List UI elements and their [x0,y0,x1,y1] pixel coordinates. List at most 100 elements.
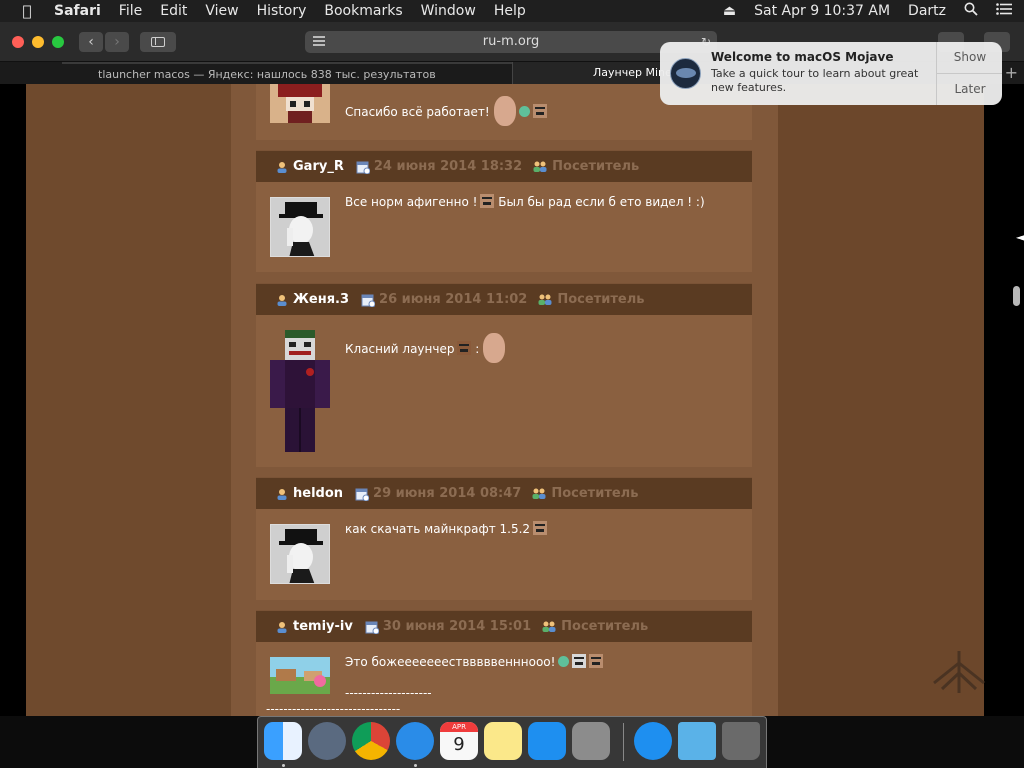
screen:  Safari File Edit View History Bookmark… [0,0,1024,768]
comment-user-group: Посетитель [552,159,640,174]
calendar-icon [355,488,370,501]
comment-text: Это божееееееествввввенннооо! [345,654,604,669]
comment-body: Все норм афигенно ! Был бы рад если б ет… [256,182,752,272]
comment-avatar [270,197,330,257]
creeper-smile-emoticon [533,521,548,535]
users-group-icon [542,621,556,632]
comment-text: Класний лаунчер : [345,333,506,363]
comment-date: 24 июня 2014 18:32 [373,159,523,174]
menu-window[interactable]: Window [421,3,476,19]
address-bar[interactable]: ru-m.org ↻ [305,31,717,53]
user-icon [277,161,287,173]
notification-actions: Show Later [936,42,1002,105]
back-button[interactable]: ‹ [79,32,103,52]
emerald-emoticon [518,106,530,117]
system-preferences-icon[interactable] [572,722,610,760]
launchpad-icon[interactable] [308,722,346,760]
face-emoticon [493,96,516,126]
menu-help[interactable]: Help [494,3,526,19]
comment-text-line: -------------------- [345,686,432,700]
zoom-window-button[interactable] [52,36,64,48]
notification-body: Take a quick tour to learn about great n… [711,67,919,94]
dock-separator [623,723,624,761]
mojave-notification[interactable]: Welcome to macOS Mojave Take a quick tou… [660,42,1002,105]
menubar-clock[interactable]: Sat Apr 9 10:37 AM [754,3,890,19]
notification-center-icon[interactable] [996,3,1012,19]
comment-header: Женя.3 26 июня 2014 11:02 Посетитель [256,283,752,315]
comment-user-group: Посетитель [557,292,645,307]
comment-author[interactable]: Женя.3 [293,292,349,307]
comment-avatar [270,657,330,694]
comment-text: Все норм афигенно ! Был бы рад если б ет… [345,194,705,209]
calendar-month: APR [440,722,478,732]
users-group-icon [533,161,547,172]
safari-icon[interactable] [396,722,434,760]
creeper-smile-emoticon [532,104,547,118]
sidebar-icon [151,37,165,47]
minimize-window-button[interactable] [32,36,44,48]
trash-icon[interactable] [722,722,760,760]
comment-header: temiy-iv 30 июня 2014 15:01 Посетитель [256,610,752,642]
comment-avatar [270,84,330,123]
comment-user-group: Посетитель [551,486,639,501]
finder-icon[interactable] [264,722,302,760]
comment-author[interactable]: Gary_R [293,159,344,174]
calendar-icon [365,621,379,634]
comment-date: 30 июня 2014 15:01 [382,619,532,634]
user-icon [277,621,287,633]
page-scrollbar[interactable] [1013,286,1020,306]
calendar-day: 9 [453,734,465,755]
notification-later-button[interactable]: Later [937,73,1002,104]
eject-icon[interactable]: ⏏ [723,3,736,19]
notification-title: Welcome to macOS Mojave [711,50,894,64]
menu-view[interactable]: View [205,3,238,19]
comment-author[interactable]: temiy-iv [293,619,353,634]
show-sidebar-button[interactable] [140,32,176,52]
comment-text: Спасибо всё работает! [345,96,547,126]
emerald-emoticon [558,656,570,667]
spotlight-search-icon[interactable] [964,2,978,20]
finder-running-indicator [282,764,285,767]
menu-app-safari[interactable]: Safari [54,3,101,19]
mouse-cursor-icon: ◄ [1016,230,1024,244]
calendar-app-icon[interactable]: APR 9 [440,722,478,760]
menubar-user[interactable]: Dartz [908,3,946,19]
notes-icon[interactable] [484,722,522,760]
close-window-button[interactable] [12,36,24,48]
menu-history[interactable]: History [257,3,307,19]
face-emoticon [483,333,506,363]
comment-date: 26 июня 2014 11:02 [379,292,528,307]
creeper-smile-emoticon [589,654,604,668]
steve-emoticon [457,341,472,355]
comment-avatar [270,330,330,452]
forward-button[interactable]: › [105,32,129,52]
comment-body: Класний лаунчер : [256,315,752,467]
reader-view-icon[interactable] [313,36,325,46]
new-tab-icon[interactable]: + [1005,62,1018,84]
downloads-folder-icon[interactable] [678,722,716,760]
notification-show-button[interactable]: Show [937,42,1002,73]
apple-menu-icon[interactable]:  [18,2,36,20]
dock: APR 9 [257,716,767,768]
app-store-download-icon[interactable] [634,722,672,760]
decorative-rope-icon [933,651,985,693]
address-bar-url: ru-m.org [482,34,540,49]
eyes-emoticon [572,654,587,668]
menu-edit[interactable]: Edit [160,3,187,19]
comment-header: heldon 29 июня 2014 08:47 Посетитель [256,477,752,509]
comment-author[interactable]: heldon [293,486,343,501]
comment-header: Gary_R 24 июня 2014 18:32 Посетитель [256,150,752,182]
menu-bar:  Safari File Edit View History Bookmark… [0,0,1024,22]
users-group-icon [532,488,546,499]
comment-avatar [270,524,330,584]
comment-text-line: ------------------------------- [266,702,401,716]
app-store-icon[interactable] [528,722,566,760]
comment-body: Это божееееееествввввенннооо! ----------… [256,642,752,716]
calendar-icon [361,294,376,307]
menu-bookmarks[interactable]: Bookmarks [324,3,402,19]
user-icon [277,488,287,500]
tab-yandex-search[interactable]: tlauncher macos — Яндекс: нашлось 838 ты… [62,62,512,84]
menu-file[interactable]: File [119,3,142,19]
chrome-icon[interactable] [352,722,390,760]
calendar-icon [356,161,370,174]
